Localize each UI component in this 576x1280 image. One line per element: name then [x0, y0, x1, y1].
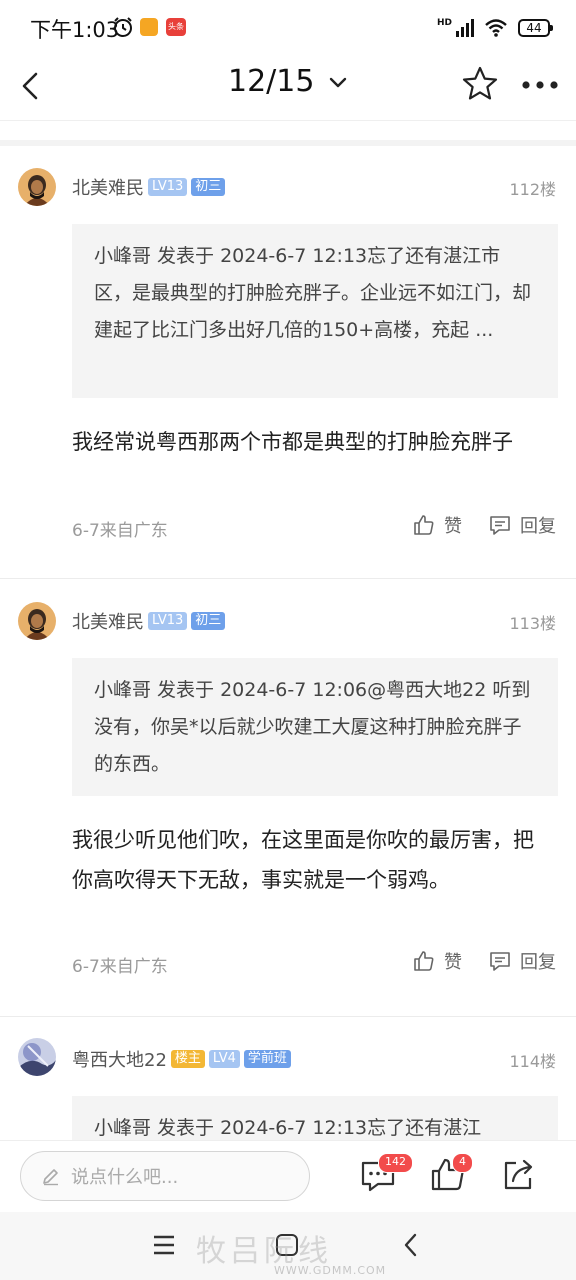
comment-input[interactable]: 说点什么吧...: [20, 1151, 310, 1201]
username[interactable]: 粤西大地22: [72, 1046, 167, 1072]
favorite-star-icon[interactable]: [460, 64, 500, 104]
quoted-post[interactable]: 小峰哥 发表于 2024-6-7 12:13忘了还有湛江市区，是最典型的打肿脸充…: [72, 224, 558, 398]
status-time: 下午1:03: [30, 18, 120, 42]
nav-divider: [0, 120, 576, 121]
floor-number: 113楼: [509, 614, 556, 633]
post-content: 我很少听见他们吹，在这里面是你吹的最厉害，把你高吹得天下无敌，事实就是一个弱鸡。: [72, 828, 534, 892]
watermark-url: WWW.GDMM.COM: [274, 1264, 387, 1277]
rank-badge: 初三: [191, 178, 226, 196]
like-label: 赞: [444, 516, 462, 537]
quoted-post[interactable]: 小峰哥 发表于 2024-6-7 12:06@粤西大地22 听到没有，你吴*以后…: [72, 658, 558, 796]
comment-count-badge: 142: [378, 1153, 413, 1173]
post-item: 粤西大地22 楼主 LV4 学前班 114楼 小峰哥 发表于 2024-6-7 …: [0, 1018, 576, 1140]
status-bar: 下午1:03 头条 HD 44: [0, 0, 576, 54]
page-indicator: 12/15: [227, 64, 315, 99]
comment-icon: [490, 952, 510, 971]
system-back-icon[interactable]: [400, 1232, 422, 1258]
post-content: 我经常说粤西那两个市都是典型的打肿脸充胖子: [72, 430, 513, 454]
signal-icon: [456, 19, 474, 37]
notification-app-icon: [140, 18, 158, 36]
username[interactable]: 北美难民: [72, 174, 144, 200]
share-icon: [504, 1159, 533, 1190]
post-meta: 6-7来自广东: [72, 521, 168, 541]
comment-placeholder: 说点什么吧...: [71, 1167, 179, 1188]
battery-icon: 44: [518, 19, 553, 37]
host-badge: 楼主: [170, 1050, 205, 1068]
rank-badge: 初三: [191, 612, 226, 630]
level-badge: LV4: [208, 1050, 240, 1068]
floor-number: 112楼: [509, 180, 556, 199]
post-meta: 6-7来自广东: [72, 957, 168, 977]
like-button[interactable]: 赞: [412, 948, 462, 974]
level-badge: LV13: [148, 178, 188, 196]
thumbs-up-icon: [414, 515, 434, 535]
reply-button[interactable]: 回复: [488, 512, 556, 538]
alarm-icon: [114, 17, 132, 37]
comment-icon: [490, 516, 510, 535]
pencil-icon: [43, 1169, 58, 1186]
quoted-post[interactable]: 小峰哥 发表于 2024-6-7 12:13忘了还有湛江: [72, 1096, 558, 1140]
avatar[interactable]: [18, 602, 56, 640]
username[interactable]: 北美难民: [72, 608, 144, 634]
username-row: 北美难民 LV13 初三: [72, 174, 226, 200]
chevron-down-icon: [329, 77, 347, 87]
avatar[interactable]: [18, 1038, 56, 1076]
post-item: 北美难民 LV13 初三 113楼 小峰哥 发表于 2024-6-7 12:06…: [0, 580, 576, 1016]
like-thread-button[interactable]: 4: [428, 1153, 473, 1195]
username-row: 粤西大地22 楼主 LV4 学前班: [72, 1046, 291, 1072]
hd-indicator: HD: [436, 18, 452, 28]
reply-label: 回复: [520, 952, 556, 973]
toutiao-app-icon: 头条: [166, 18, 186, 36]
top-nav-bar: 12/15: [0, 54, 576, 120]
share-button[interactable]: [498, 1155, 538, 1195]
post-item: 北美难民 LV13 初三 112楼 小峰哥 发表于 2024-6-7 12:13…: [0, 146, 576, 578]
wifi-icon: [485, 19, 507, 37]
like-button[interactable]: 赞: [412, 512, 462, 538]
status-right: HD 44: [436, 16, 553, 40]
thumbs-up-icon: [414, 951, 434, 971]
rank-badge: 学前班: [243, 1050, 291, 1068]
like-count-badge: 4: [452, 1153, 473, 1173]
reply-label: 回复: [520, 516, 556, 537]
username-row: 北美难民 LV13 初三: [72, 608, 226, 634]
post-separator: [0, 1016, 576, 1017]
like-label: 赞: [444, 952, 462, 973]
menu-icon[interactable]: [152, 1234, 176, 1256]
comments-button[interactable]: 142: [358, 1153, 413, 1195]
reply-button[interactable]: 回复: [488, 948, 556, 974]
floor-number: 114楼: [509, 1052, 556, 1071]
avatar[interactable]: [18, 168, 56, 206]
post-separator: [0, 578, 576, 579]
level-badge: LV13: [148, 612, 188, 630]
comment-bar: 说点什么吧... 142 4: [0, 1140, 576, 1213]
more-options-icon[interactable]: [518, 70, 562, 100]
